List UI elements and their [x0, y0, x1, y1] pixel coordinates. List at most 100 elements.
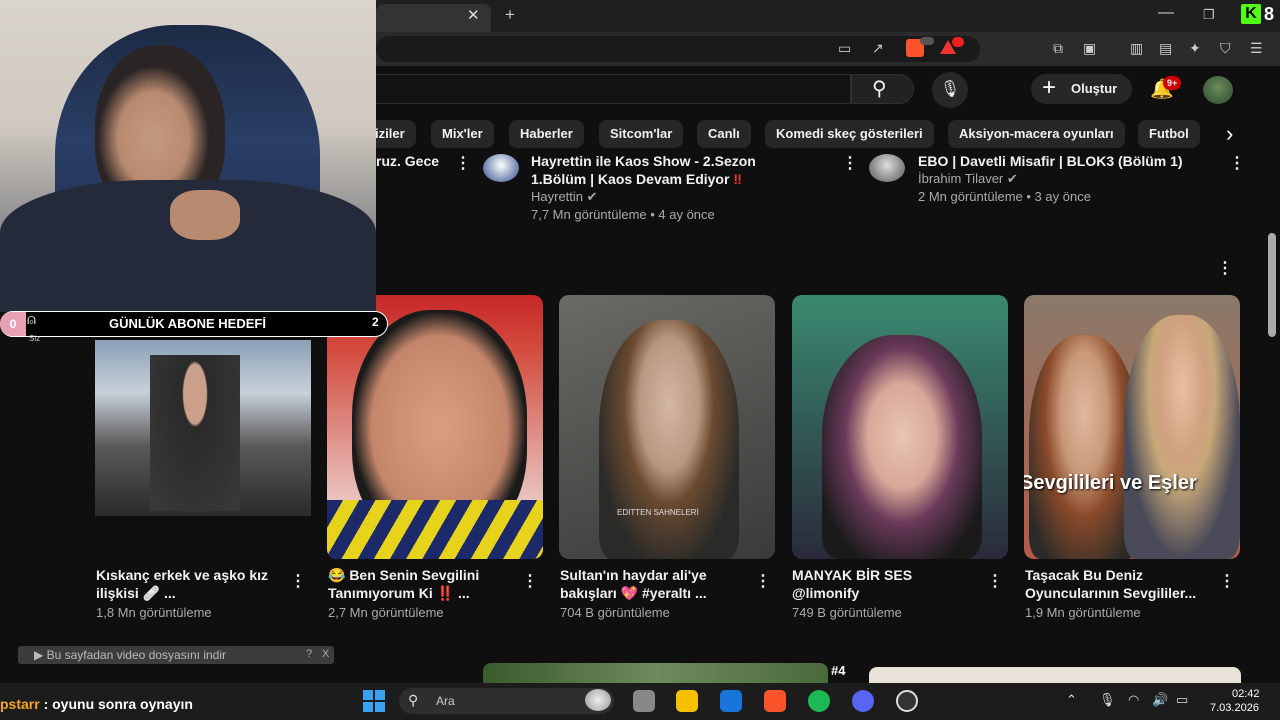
- channel-name[interactable]: İbrahim Tilaver ✔: [918, 171, 1018, 187]
- video-title-line1[interactable]: EBO | Davetli Misafir | BLOK3 (Bölüm 1): [918, 152, 1183, 170]
- video-thumbnail[interactable]: [869, 667, 1241, 683]
- user-icon: ⍝: [27, 311, 37, 328]
- windows-start-icon[interactable]: [363, 690, 385, 712]
- short-title[interactable]: Taşacak Bu Deniz Oyuncularının Sevgilile…: [1025, 566, 1213, 602]
- more-options-icon[interactable]: ⋮: [987, 571, 1003, 591]
- rewards-badge: [952, 37, 964, 47]
- tab-close-icon[interactable]: ✕: [467, 6, 480, 24]
- user-icon-caption: Siz: [29, 334, 41, 343]
- short-views: 704 B görüntüleme: [560, 605, 670, 620]
- wallet-icon[interactable]: ▤: [1159, 40, 1172, 57]
- search-icon[interactable]: ⚲: [872, 76, 887, 101]
- notification-badge: 9+: [1163, 76, 1182, 90]
- goal-target: 2: [372, 315, 379, 329]
- microphone-tray-icon[interactable]: 🎙: [1099, 692, 1116, 708]
- channel-name[interactable]: Hayrettin ✔: [531, 189, 598, 205]
- taskbar-search-label: Ara: [436, 694, 455, 708]
- channel-avatar[interactable]: [869, 154, 905, 182]
- search-icon: ⚲: [408, 692, 419, 708]
- short-title[interactable]: Sultan'ın haydar ali'ye bakışları 💖 #yer…: [560, 566, 748, 602]
- more-options-icon[interactable]: ⋮: [290, 571, 306, 591]
- battery-icon[interactable]: ▭: [1176, 692, 1188, 708]
- screenshot-icon[interactable]: ▣: [1083, 40, 1096, 57]
- verified-icon: ✔: [1006, 171, 1018, 186]
- chip-1[interactable]: Mix'ler: [431, 120, 494, 148]
- discord-icon[interactable]: [852, 690, 874, 712]
- verified-icon: ✔: [586, 189, 598, 204]
- short-title[interactable]: Kıskanç erkek ve aşko kız ilişkisi 🩹 ...: [96, 566, 284, 602]
- shorts-section-more-icon[interactable]: ⋮: [1217, 258, 1233, 278]
- chip-3[interactable]: Sitcom'lar: [599, 120, 684, 148]
- chip-5[interactable]: Komedi skeç gösterileri: [765, 120, 934, 148]
- cast-icon[interactable]: ▭: [838, 40, 851, 57]
- search-highlight-icon: [585, 689, 611, 711]
- short-watermark: EDITTEN SAHNELERİ: [617, 508, 699, 517]
- scrollbar-track[interactable]: [1266, 66, 1280, 680]
- scrollbar-thumb[interactable]: [1268, 233, 1276, 337]
- short-views: 749 B görüntüleme: [792, 605, 902, 620]
- more-options-icon[interactable]: ⋮: [842, 153, 858, 173]
- more-options-icon[interactable]: ⋮: [455, 153, 471, 173]
- help-icon[interactable]: ?: [306, 648, 312, 660]
- extensions-icon[interactable]: ⧉: [1053, 40, 1063, 57]
- channel-avatar[interactable]: [483, 154, 519, 182]
- create-button-label: Oluştur: [1071, 81, 1118, 96]
- obs-icon[interactable]: [896, 690, 918, 712]
- more-options-icon[interactable]: ⋮: [755, 571, 771, 591]
- chip-7[interactable]: Futbol: [1138, 120, 1200, 148]
- short-title[interactable]: 😂 Ben Senin Sevgilini Tanımıyorum Ki ‼️ …: [328, 566, 516, 602]
- restore-icon[interactable]: ❐: [1203, 7, 1215, 23]
- video-meta: 2 Mn görüntüleme • 3 ay önce: [918, 189, 1091, 204]
- microphone-icon[interactable]: 🎙: [932, 72, 968, 108]
- taskbar-search[interactable]: [399, 688, 614, 714]
- video-title-line1[interactable]: Hayrettin ile Kaos Show - 2.Sezon: [531, 152, 756, 170]
- address-bar[interactable]: [376, 36, 980, 62]
- video-title-fragment[interactable]: ruz. Gece: [376, 152, 439, 170]
- file-explorer-icon[interactable]: [676, 690, 698, 712]
- menu-icon[interactable]: ☰: [1250, 40, 1263, 57]
- task-view-icon[interactable]: [633, 690, 655, 712]
- video-title-line2[interactable]: 1.Bölüm | Kaos Devam Ediyor ‼: [531, 170, 742, 188]
- short-views: 1,8 Mn görüntüleme: [96, 605, 212, 620]
- short-thumbnail[interactable]: [792, 295, 1008, 559]
- clock-date[interactable]: 7.03.2026: [1210, 702, 1259, 714]
- volume-icon[interactable]: 🔊: [1152, 692, 1168, 708]
- sidebar-icon[interactable]: ▥: [1130, 40, 1143, 57]
- wifi-icon[interactable]: ◠: [1128, 692, 1139, 708]
- spotify-icon[interactable]: [808, 690, 830, 712]
- video-thumbnail[interactable]: [483, 663, 828, 683]
- tray-overflow-icon[interactable]: ⌃: [1066, 692, 1077, 708]
- webcam-overlay: [0, 0, 376, 312]
- kick-logo-icon: K: [1241, 4, 1261, 24]
- short-title[interactable]: MANYAK BİR SES @limonify: [792, 566, 980, 602]
- more-options-icon[interactable]: ⋮: [1219, 571, 1235, 591]
- minimize-icon[interactable]: —: [1158, 4, 1174, 22]
- video-meta: 7,7 Mn görüntüleme • 4 ay önce: [531, 207, 715, 222]
- more-options-icon[interactable]: ⋮: [1229, 153, 1245, 173]
- brave-browser-icon[interactable]: [764, 690, 786, 712]
- outlook-icon[interactable]: [720, 690, 742, 712]
- chip-6[interactable]: Aksiyon-macera oyunları: [948, 120, 1125, 148]
- short-overlay-text: Sevgilileri ve Eşler: [1024, 472, 1197, 494]
- shields-badge: [920, 37, 934, 45]
- chip-4[interactable]: Canlı: [697, 120, 751, 148]
- vpn-icon[interactable]: ⛉: [1220, 40, 1231, 57]
- search-input[interactable]: [376, 74, 851, 104]
- short-thumbnail[interactable]: Sevgilileri ve Eşler: [1024, 295, 1240, 559]
- short-thumbnail[interactable]: EDITTEN SAHNELERİ: [559, 295, 775, 559]
- clock-time[interactable]: 02:42: [1232, 688, 1260, 700]
- chat-message: pstarr : oyunu sonra oynayın: [0, 696, 193, 712]
- chip-2[interactable]: Haberler: [509, 120, 584, 148]
- short-views: 1,9 Mn görüntüleme: [1025, 605, 1141, 620]
- plus-icon: +: [1042, 74, 1057, 101]
- new-tab-button[interactable]: +: [505, 5, 515, 25]
- leo-ai-icon[interactable]: ✦: [1189, 40, 1201, 57]
- avatar[interactable]: [1203, 76, 1233, 104]
- share-icon[interactable]: ↗: [872, 40, 884, 57]
- close-icon[interactable]: X: [322, 648, 329, 660]
- download-popup-text[interactable]: ▶ Bu sayfadan video dosyasını indir: [34, 648, 226, 662]
- streamer-hand: [170, 190, 240, 240]
- chevron-right-icon[interactable]: ›: [1226, 120, 1233, 148]
- goal-current: 0: [0, 312, 26, 336]
- more-options-icon[interactable]: ⋮: [522, 571, 538, 591]
